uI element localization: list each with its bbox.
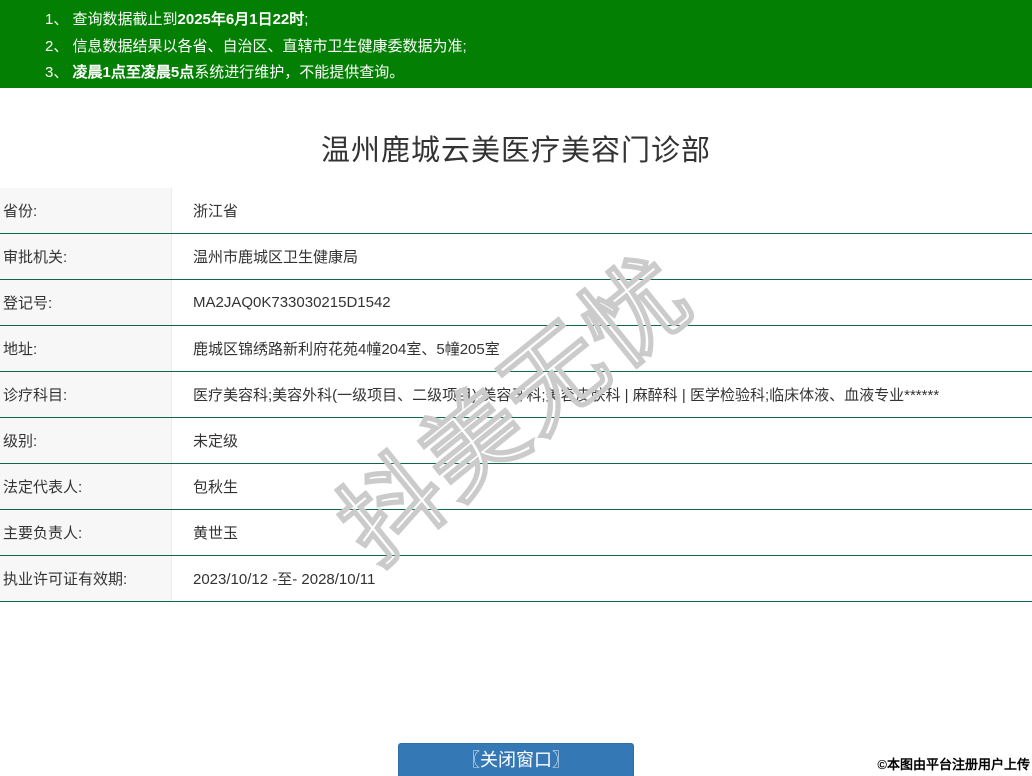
info-row-value: 医疗美容科;美容外科(一级项目、二级项目);美容牙科;美容皮肤科 | 麻醉科 |… [172,372,1032,417]
info-row-value: 鹿城区锦绣路新利府花苑4幢204室、5幢205室 [172,326,1032,371]
notice-line-3-text: 3、 [45,64,73,81]
info-row-registration-number: 登记号: MA2JAQ0K733030215D1542 [0,280,1032,326]
close-window-button[interactable]: 〖关闭窗口〗 [398,743,634,776]
info-row-label: 诊疗科目: [0,372,172,417]
notice-line-2: 2、 信息数据结果以各省、自治区、直辖市卫生健康委数据为准; [45,34,1032,61]
notice-line-1-bold: 2025年6月1日22时 [178,11,305,28]
info-row-label: 审批机关: [0,234,172,279]
info-row-value: MA2JAQ0K733030215D1542 [172,280,1032,325]
notice-line-3: 3、 凌晨1点至凌晨5点系统进行维护，不能提供查询。 [45,60,1032,87]
info-row-level: 级别: 未定级 [0,418,1032,464]
info-row-license-validity: 执业许可证有效期: 2023/10/12 -至- 2028/10/11 [0,556,1032,602]
info-row-label: 省份: [0,188,172,233]
info-row-value: 温州市鹿城区卫生健康局 [172,234,1032,279]
copyright-watermark: ©本图由平台注册用户上传 [877,754,1030,773]
page-title: 温州鹿城云美医疗美容门诊部 [0,127,1032,169]
notice-line-1: 1、 查询数据截止到2025年6月1日22时; [45,7,1032,34]
info-row-address: 地址: 鹿城区锦绣路新利府花苑4幢204室、5幢205室 [0,326,1032,372]
info-row-label: 法定代表人: [0,464,172,509]
info-row-value: 黄世玉 [172,510,1032,555]
info-row-value: 浙江省 [172,188,1032,233]
info-row-value: 未定级 [172,418,1032,463]
info-row-label: 执业许可证有效期: [0,556,172,601]
info-row-label: 地址: [0,326,172,371]
notice-line-3-bold: 凌晨1点至凌晨5点 [73,64,195,81]
info-row-treatment-subjects: 诊疗科目: 医疗美容科;美容外科(一级项目、二级项目);美容牙科;美容皮肤科 |… [0,372,1032,418]
info-row-legal-representative: 法定代表人: 包秋生 [0,464,1032,510]
institution-info-table: 省份: 浙江省 审批机关: 温州市鹿城区卫生健康局 登记号: MA2JAQ0K7… [0,188,1032,602]
info-row-value: 包秋生 [172,464,1032,509]
info-row-label: 级别: [0,418,172,463]
notice-line-2-text: 2、 信息数据结果以各省、自治区、直辖市卫生健康委数据为准; [45,38,467,55]
notice-banner: 1、 查询数据截止到2025年6月1日22时; 2、 信息数据结果以各省、自治区… [0,0,1032,88]
info-row-label: 登记号: [0,280,172,325]
info-row-value: 2023/10/12 -至- 2028/10/11 [172,556,1032,601]
info-row-approval-authority: 审批机关: 温州市鹿城区卫生健康局 [0,234,1032,280]
notice-line-1-text: 1、 查询数据截止到 [45,11,178,28]
notice-line-3-suffix: 系统进行维护，不能提供查询。 [194,64,404,81]
info-row-label: 主要负责人: [0,510,172,555]
info-row-person-in-charge: 主要负责人: 黄世玉 [0,510,1032,556]
notice-line-1-suffix: ; [304,11,308,28]
info-row-province: 省份: 浙江省 [0,188,1032,234]
